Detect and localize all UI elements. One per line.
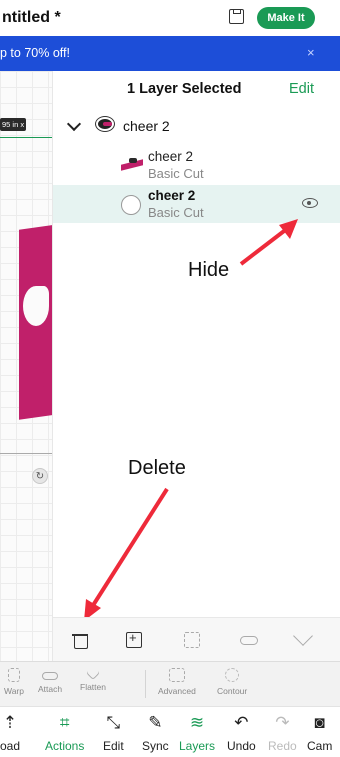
nav-edit-label: Edit (103, 739, 124, 753)
delete-arrow (84, 487, 169, 621)
nav-redo[interactable]: ↷ Redo (268, 713, 297, 754)
layers-icon: ≋ (189, 713, 205, 732)
nav-sync-label: Sync (142, 739, 169, 753)
edit-icon: ⤡ (106, 713, 121, 732)
contour-button[interactable]: Contour (217, 668, 247, 696)
advanced-icon (168, 668, 185, 682)
advanced-label: Advanced (158, 686, 196, 696)
flatten-label: Flatten (80, 682, 106, 692)
hide-arrow (239, 219, 298, 266)
nav-edit[interactable]: ⤡ Edit (103, 713, 124, 754)
actions-icon: ⌗ (59, 713, 70, 732)
layer-actions-bar (53, 617, 340, 661)
nav-undo-label: Undo (227, 739, 256, 753)
nav-actions-label: Actions (45, 739, 85, 753)
delete-annotation-label: Delete (128, 457, 186, 479)
tools-divider (145, 670, 146, 698)
contour-icon (225, 668, 240, 682)
advanced-button[interactable]: Advanced (158, 668, 196, 696)
warp-button[interactable]: Warp (4, 668, 24, 696)
nav-actions[interactable]: ⌗ Actions (45, 713, 85, 754)
nav-undo[interactable]: ↶ Undo (227, 713, 256, 754)
hide-annotation-label: Hide (188, 259, 230, 281)
nav-camera-label: Cam (307, 739, 333, 753)
redo-icon: ↷ (275, 713, 290, 732)
nav-upload[interactable]: ⇡ oad (0, 713, 21, 754)
trash-icon[interactable] (72, 632, 88, 649)
attach-button[interactable]: Attach (38, 668, 62, 694)
bottom-nav: ⇡ oad ⌗ Actions ⤡ Edit ✎ Sync ≋ Layers ↶… (0, 706, 340, 757)
tools-strip: Warp Attach Flatten Advanced Contour (0, 661, 340, 706)
attach-icon (42, 672, 59, 680)
duplicate-icon[interactable] (126, 630, 142, 648)
upload-icon: ⇡ (2, 713, 18, 732)
flatten-icon (85, 665, 101, 681)
warp-label: Warp (4, 686, 24, 696)
undo-icon: ↶ (234, 713, 249, 732)
nav-redo-label: Redo (268, 739, 297, 753)
nav-upload-label: oad (0, 739, 21, 753)
camera-icon: ◙ (314, 713, 325, 732)
group-icon[interactable] (184, 632, 200, 648)
sync-icon: ✎ (148, 713, 163, 732)
contour-label: Contour (217, 686, 248, 696)
attach-label: Attach (38, 684, 63, 694)
flatten-button[interactable]: Flatten (80, 665, 106, 692)
nav-camera[interactable]: ◙ Cam (307, 713, 333, 754)
attach-icon[interactable] (240, 636, 258, 645)
nav-layers-label: Layers (179, 739, 216, 753)
nav-sync[interactable]: ✎ Sync (142, 713, 169, 754)
warp-icon (8, 668, 20, 682)
flatten-icon[interactable] (293, 626, 313, 646)
nav-layers[interactable]: ≋ Layers (179, 713, 216, 754)
